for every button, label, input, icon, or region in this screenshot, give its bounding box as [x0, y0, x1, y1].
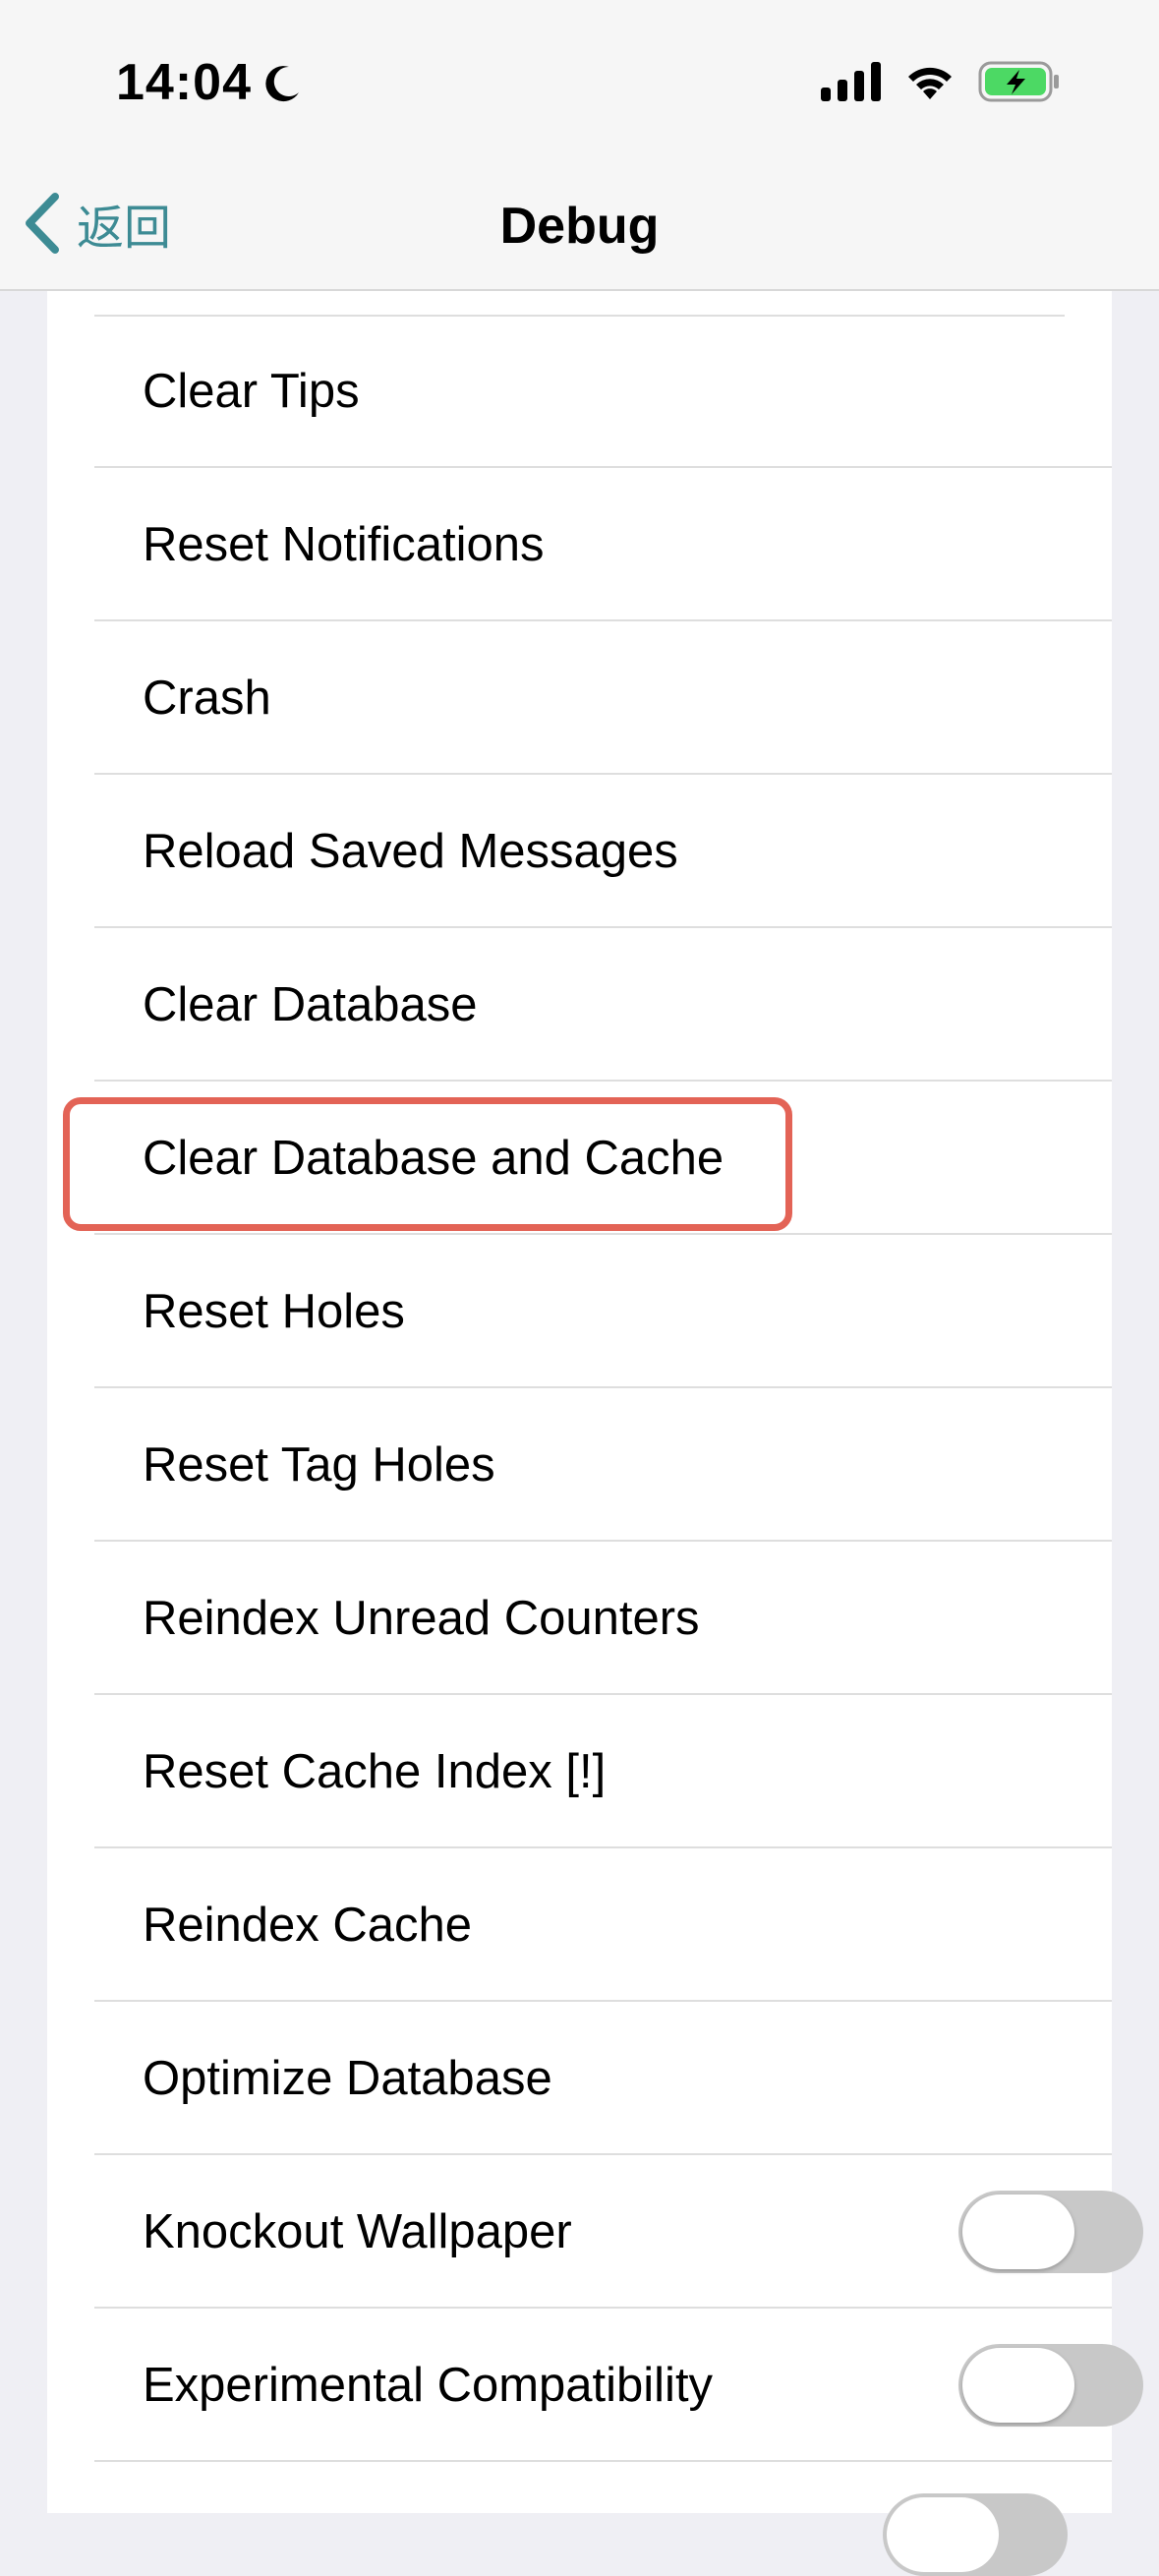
- next-row-toggle-partial[interactable]: [883, 2493, 1068, 2576]
- reset-tag-holes-row[interactable]: Reset Tag Holes: [94, 1390, 1112, 1542]
- highlight-annotation: [63, 1097, 792, 1231]
- debug-settings-list: Clear Tips Reset Notifications Crash Rel…: [47, 291, 1143, 2576]
- row-label: Reset Holes: [143, 1285, 405, 1338]
- crash-row[interactable]: Crash: [94, 623, 1112, 775]
- wifi-icon: [908, 67, 952, 99]
- row-label: Reindex Cache: [143, 1899, 473, 1952]
- status-time: 14:04: [116, 54, 252, 111]
- reload-saved-messages-row[interactable]: Reload Saved Messages: [94, 777, 1112, 928]
- toggle-knob: [887, 2497, 999, 2572]
- row-label: Knockout Wallpaper: [143, 2205, 572, 2258]
- navigation-bar: 返回 Debug: [0, 157, 1159, 291]
- cellular-signal-icon: [821, 62, 881, 101]
- knockout-wallpaper-toggle[interactable]: [958, 2191, 1143, 2273]
- row-label: Clear Database: [143, 978, 478, 1031]
- reset-holes-row[interactable]: Reset Holes: [94, 1237, 1112, 1388]
- page-title: Debug: [499, 198, 660, 255]
- row-label: Reset Tag Holes: [143, 1438, 495, 1492]
- experimental-compatibility-toggle[interactable]: [958, 2344, 1143, 2427]
- reset-notifications-row[interactable]: Reset Notifications: [94, 470, 1112, 621]
- status-icons: [821, 61, 1061, 102]
- row-label: Reset Notifications: [143, 518, 545, 571]
- row-label: Optimize Database: [143, 2052, 552, 2105]
- toggle-knob: [962, 2195, 1074, 2269]
- reindex-cache-row[interactable]: Reindex Cache: [94, 1850, 1112, 2002]
- toggle-knob: [962, 2348, 1074, 2423]
- clear-tips-row[interactable]: Clear Tips: [94, 317, 1112, 468]
- row-label: Reset Cache Index [!]: [143, 1745, 607, 1798]
- battery-charging-icon: [978, 61, 1059, 102]
- reset-cache-index-row[interactable]: Reset Cache Index [!]: [94, 1697, 1112, 1848]
- row-label: Reload Saved Messages: [143, 825, 678, 878]
- row-label: Reindex Unread Counters: [143, 1592, 700, 1645]
- row-label: Experimental Compatibility: [143, 2359, 714, 2412]
- row-label: Crash: [143, 672, 271, 725]
- reindex-unread-counters-row[interactable]: Reindex Unread Counters: [94, 1544, 1112, 1695]
- clear-database-row[interactable]: Clear Database: [94, 930, 1112, 1082]
- row-label: Clear Tips: [143, 365, 360, 418]
- experimental-compatibility-row: Experimental Compatibility: [94, 2311, 1143, 2462]
- optimize-database-row[interactable]: Optimize Database: [94, 2004, 1112, 2155]
- knockout-wallpaper-row: Knockout Wallpaper: [94, 2157, 1143, 2309]
- status-bar: 14:04: [0, 0, 1159, 157]
- moon-icon: [265, 66, 299, 102]
